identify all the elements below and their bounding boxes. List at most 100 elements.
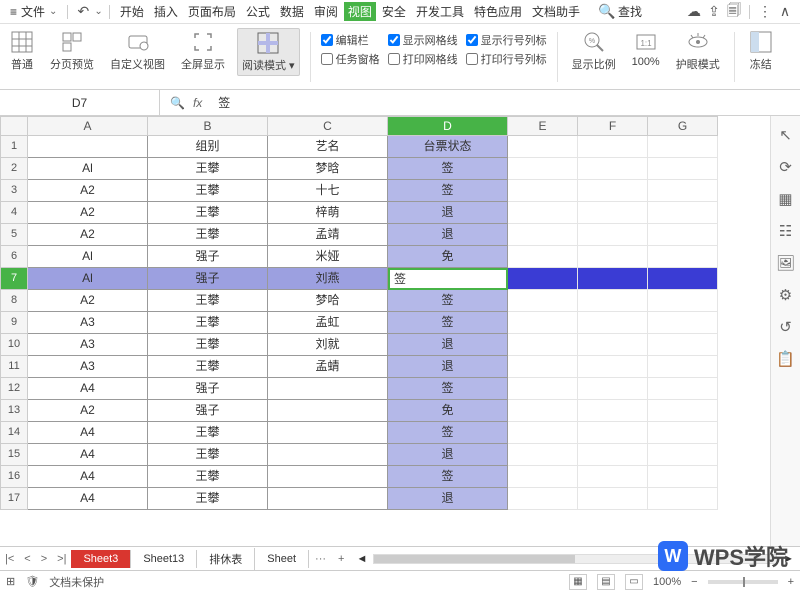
cell[interactable]: [508, 466, 578, 488]
cell[interactable]: [508, 334, 578, 356]
sheet-tab[interactable]: Sheet3: [71, 550, 131, 568]
cell[interactable]: 孟虹: [268, 312, 388, 334]
col-header[interactable]: A: [28, 116, 148, 136]
cell[interactable]: 组别: [148, 136, 268, 158]
tab-dochelper[interactable]: 文档助手: [528, 3, 584, 20]
cell[interactable]: [508, 290, 578, 312]
cell[interactable]: [578, 356, 648, 378]
cell[interactable]: [578, 136, 648, 158]
cell[interactable]: 梦哈: [268, 290, 388, 312]
row-header[interactable]: 3: [0, 180, 28, 202]
cell[interactable]: [508, 158, 578, 180]
cell[interactable]: A3: [28, 334, 148, 356]
cell[interactable]: 签: [388, 180, 508, 202]
sheet-tab[interactable]: Sheet13: [131, 550, 197, 568]
sheet-first-icon[interactable]: |<: [0, 553, 19, 565]
cell[interactable]: 签: [388, 290, 508, 312]
file-menu[interactable]: ≡ 文件 ⌄: [6, 3, 61, 20]
cell[interactable]: [578, 202, 648, 224]
row-header[interactable]: 7: [0, 268, 28, 290]
cell[interactable]: [578, 378, 648, 400]
cell[interactable]: Al: [28, 158, 148, 180]
cell[interactable]: [648, 356, 718, 378]
cell[interactable]: A2: [28, 180, 148, 202]
cell[interactable]: [648, 400, 718, 422]
cell[interactable]: A4: [28, 378, 148, 400]
cell[interactable]: 退: [388, 444, 508, 466]
view-pagebreak-button[interactable]: 分页预览: [46, 28, 98, 74]
cell[interactable]: 签: [388, 378, 508, 400]
chk-taskpane[interactable]: 任务窗格: [321, 51, 380, 67]
cell[interactable]: [578, 180, 648, 202]
reading-mode-button[interactable]: 阅读模式 ▾: [237, 28, 300, 76]
cell[interactable]: 免: [388, 246, 508, 268]
cell[interactable]: [648, 466, 718, 488]
zoom-in-icon[interactable]: +: [788, 576, 794, 588]
share-icon[interactable]: ⇪: [705, 3, 723, 21]
view-fullscreen-button[interactable]: 全屏显示: [177, 28, 229, 74]
cell[interactable]: 王攀: [148, 312, 268, 334]
cell[interactable]: A2: [28, 290, 148, 312]
cell[interactable]: 退: [388, 224, 508, 246]
cell[interactable]: [508, 246, 578, 268]
cell[interactable]: 强子: [148, 400, 268, 422]
col-header[interactable]: E: [508, 116, 578, 136]
zoom-ratio-button[interactable]: % 显示比例: [568, 28, 620, 74]
col-header[interactable]: B: [148, 116, 268, 136]
row-header[interactable]: 9: [0, 312, 28, 334]
view-mode-3[interactable]: ▭: [625, 574, 643, 590]
chk-showheadings[interactable]: 显示行号列标: [466, 32, 547, 48]
sheet-last-icon[interactable]: >|: [52, 553, 71, 565]
cell[interactable]: [648, 136, 718, 158]
cell[interactable]: A3: [28, 312, 148, 334]
tab-pagelayout[interactable]: 页面布局: [184, 3, 240, 20]
cell[interactable]: 签: [388, 312, 508, 334]
cell[interactable]: [648, 180, 718, 202]
row-header[interactable]: 2: [0, 158, 28, 180]
formula-input[interactable]: 签: [212, 94, 800, 111]
cell[interactable]: [648, 202, 718, 224]
cell[interactable]: [648, 290, 718, 312]
cell[interactable]: [648, 378, 718, 400]
cell[interactable]: 梦晗: [268, 158, 388, 180]
cell[interactable]: [578, 334, 648, 356]
col-header[interactable]: F: [578, 116, 648, 136]
cell[interactable]: A4: [28, 488, 148, 510]
chk-printgrid[interactable]: 打印网格线: [388, 51, 458, 67]
freeze-panes-button[interactable]: 冻结: [745, 28, 777, 74]
table-icon[interactable]: ▦: [777, 190, 795, 208]
cell[interactable]: 艺名: [268, 136, 388, 158]
spreadsheet-grid[interactable]: ABCDEFG1组别艺名台票状态2Al王攀梦晗签3A2王攀十七签4A2王攀梓萌退…: [0, 116, 770, 546]
cell[interactable]: [648, 422, 718, 444]
cell[interactable]: [268, 444, 388, 466]
cell[interactable]: [648, 158, 718, 180]
cell[interactable]: [648, 444, 718, 466]
cell[interactable]: [508, 180, 578, 202]
cell[interactable]: [268, 378, 388, 400]
cell[interactable]: 梓萌: [268, 202, 388, 224]
tab-data[interactable]: 数据: [276, 3, 308, 20]
col-header[interactable]: G: [648, 116, 718, 136]
history-icon[interactable]: 🗐: [725, 3, 743, 21]
cloud-sync-icon[interactable]: ☁: [685, 3, 703, 21]
cell[interactable]: 退: [388, 334, 508, 356]
cell[interactable]: [578, 158, 648, 180]
cell[interactable]: 强子: [148, 246, 268, 268]
chk-showgrid[interactable]: 显示网格线: [388, 32, 458, 48]
row-header[interactable]: 5: [0, 224, 28, 246]
cell[interactable]: A3: [28, 356, 148, 378]
tab-start[interactable]: 开始: [116, 3, 148, 20]
tab-view[interactable]: 视图: [344, 2, 376, 21]
cell[interactable]: Al: [28, 246, 148, 268]
zoom-out-icon[interactable]: −: [691, 576, 697, 588]
cell[interactable]: 王攀: [148, 334, 268, 356]
cell[interactable]: 台票状态: [388, 136, 508, 158]
chk-printheadings[interactable]: 打印行号列标: [466, 51, 547, 67]
cell[interactable]: [268, 466, 388, 488]
cell[interactable]: [508, 202, 578, 224]
col-header[interactable]: D: [388, 116, 508, 136]
cell[interactable]: [648, 246, 718, 268]
cell[interactable]: A2: [28, 224, 148, 246]
cell[interactable]: 王攀: [148, 158, 268, 180]
cell[interactable]: [648, 312, 718, 334]
